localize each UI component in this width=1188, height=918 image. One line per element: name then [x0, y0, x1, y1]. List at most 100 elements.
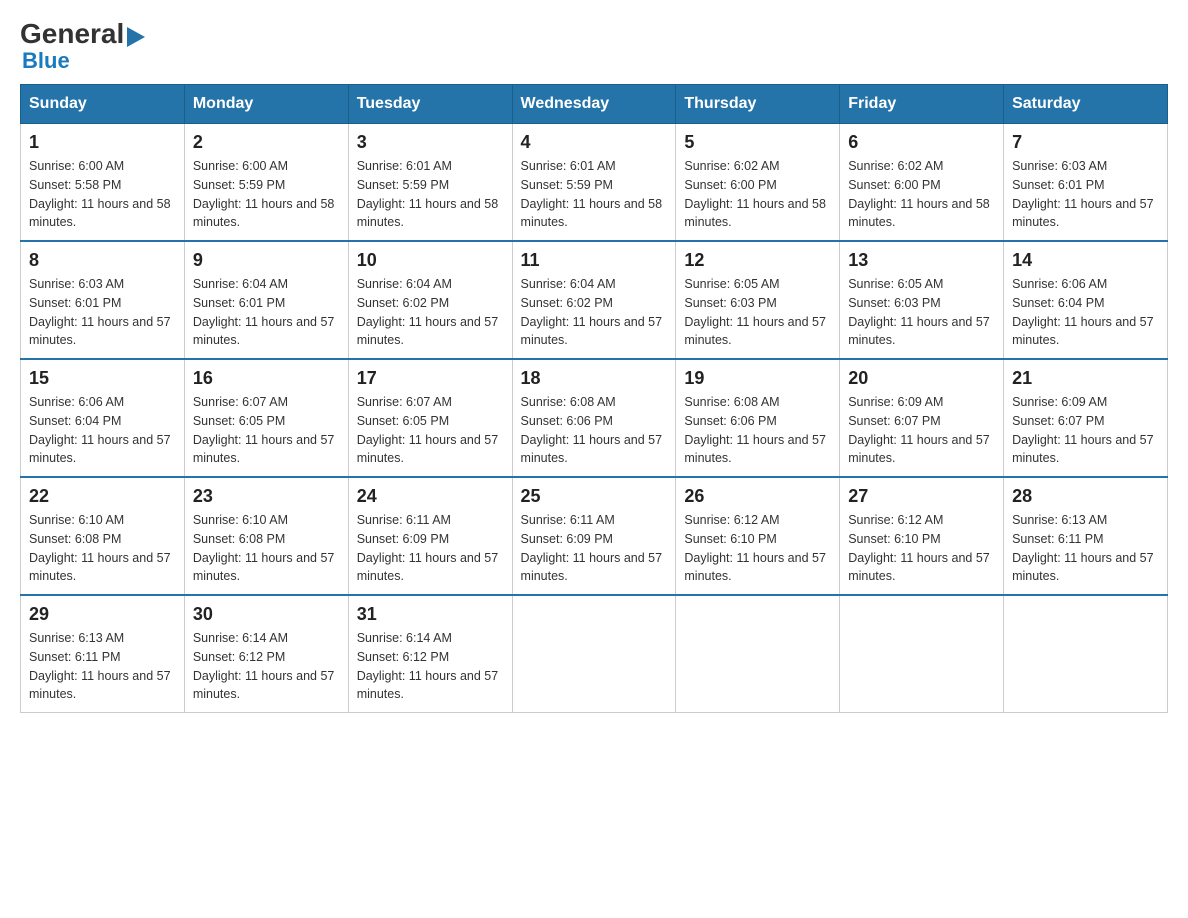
day-number: 15 [29, 368, 176, 389]
calendar-cell: 30 Sunrise: 6:14 AMSunset: 6:12 PMDaylig… [184, 595, 348, 713]
day-info: Sunrise: 6:01 AMSunset: 5:59 PMDaylight:… [357, 159, 499, 229]
day-info: Sunrise: 6:08 AMSunset: 6:06 PMDaylight:… [521, 395, 663, 465]
calendar-cell: 16 Sunrise: 6:07 AMSunset: 6:05 PMDaylig… [184, 359, 348, 477]
calendar-cell: 31 Sunrise: 6:14 AMSunset: 6:12 PMDaylig… [348, 595, 512, 713]
calendar-cell: 27 Sunrise: 6:12 AMSunset: 6:10 PMDaylig… [840, 477, 1004, 595]
day-info: Sunrise: 6:09 AMSunset: 6:07 PMDaylight:… [1012, 395, 1154, 465]
calendar-cell: 8 Sunrise: 6:03 AMSunset: 6:01 PMDayligh… [21, 241, 185, 359]
calendar-cell: 12 Sunrise: 6:05 AMSunset: 6:03 PMDaylig… [676, 241, 840, 359]
day-number: 9 [193, 250, 340, 271]
day-number: 13 [848, 250, 995, 271]
day-info: Sunrise: 6:05 AMSunset: 6:03 PMDaylight:… [684, 277, 826, 347]
calendar-cell: 18 Sunrise: 6:08 AMSunset: 6:06 PMDaylig… [512, 359, 676, 477]
logo-arrow-icon [127, 27, 145, 47]
calendar-cell: 10 Sunrise: 6:04 AMSunset: 6:02 PMDaylig… [348, 241, 512, 359]
day-info: Sunrise: 6:02 AMSunset: 6:00 PMDaylight:… [848, 159, 990, 229]
day-number: 2 [193, 132, 340, 153]
page-header: General Blue [20, 20, 1168, 74]
calendar-cell: 3 Sunrise: 6:01 AMSunset: 5:59 PMDayligh… [348, 124, 512, 242]
calendar-week-row: 29 Sunrise: 6:13 AMSunset: 6:11 PMDaylig… [21, 595, 1168, 713]
day-info: Sunrise: 6:04 AMSunset: 6:02 PMDaylight:… [521, 277, 663, 347]
calendar-cell: 7 Sunrise: 6:03 AMSunset: 6:01 PMDayligh… [1004, 124, 1168, 242]
calendar-cell: 21 Sunrise: 6:09 AMSunset: 6:07 PMDaylig… [1004, 359, 1168, 477]
day-info: Sunrise: 6:07 AMSunset: 6:05 PMDaylight:… [193, 395, 335, 465]
day-info: Sunrise: 6:10 AMSunset: 6:08 PMDaylight:… [193, 513, 335, 583]
day-number: 4 [521, 132, 668, 153]
weekday-header-monday: Monday [184, 85, 348, 124]
day-number: 5 [684, 132, 831, 153]
calendar-cell [512, 595, 676, 713]
calendar-cell: 11 Sunrise: 6:04 AMSunset: 6:02 PMDaylig… [512, 241, 676, 359]
day-number: 6 [848, 132, 995, 153]
day-info: Sunrise: 6:11 AMSunset: 6:09 PMDaylight:… [521, 513, 663, 583]
calendar-week-row: 22 Sunrise: 6:10 AMSunset: 6:08 PMDaylig… [21, 477, 1168, 595]
calendar-cell: 23 Sunrise: 6:10 AMSunset: 6:08 PMDaylig… [184, 477, 348, 595]
day-info: Sunrise: 6:06 AMSunset: 6:04 PMDaylight:… [29, 395, 171, 465]
logo: General Blue [20, 20, 145, 74]
weekday-header-friday: Friday [840, 85, 1004, 124]
day-number: 7 [1012, 132, 1159, 153]
day-info: Sunrise: 6:10 AMSunset: 6:08 PMDaylight:… [29, 513, 171, 583]
day-number: 10 [357, 250, 504, 271]
day-number: 21 [1012, 368, 1159, 389]
calendar-cell [676, 595, 840, 713]
day-info: Sunrise: 6:14 AMSunset: 6:12 PMDaylight:… [193, 631, 335, 701]
calendar-cell: 6 Sunrise: 6:02 AMSunset: 6:00 PMDayligh… [840, 124, 1004, 242]
calendar-week-row: 8 Sunrise: 6:03 AMSunset: 6:01 PMDayligh… [21, 241, 1168, 359]
day-number: 28 [1012, 486, 1159, 507]
day-number: 24 [357, 486, 504, 507]
day-info: Sunrise: 6:08 AMSunset: 6:06 PMDaylight:… [684, 395, 826, 465]
day-info: Sunrise: 6:03 AMSunset: 6:01 PMDaylight:… [29, 277, 171, 347]
day-number: 31 [357, 604, 504, 625]
day-number: 11 [521, 250, 668, 271]
day-info: Sunrise: 6:04 AMSunset: 6:01 PMDaylight:… [193, 277, 335, 347]
calendar-table: SundayMondayTuesdayWednesdayThursdayFrid… [20, 84, 1168, 713]
day-info: Sunrise: 6:00 AMSunset: 5:59 PMDaylight:… [193, 159, 335, 229]
day-info: Sunrise: 6:01 AMSunset: 5:59 PMDaylight:… [521, 159, 663, 229]
calendar-cell: 28 Sunrise: 6:13 AMSunset: 6:11 PMDaylig… [1004, 477, 1168, 595]
day-info: Sunrise: 6:00 AMSunset: 5:58 PMDaylight:… [29, 159, 171, 229]
calendar-cell: 22 Sunrise: 6:10 AMSunset: 6:08 PMDaylig… [21, 477, 185, 595]
day-number: 19 [684, 368, 831, 389]
day-number: 29 [29, 604, 176, 625]
day-info: Sunrise: 6:12 AMSunset: 6:10 PMDaylight:… [848, 513, 990, 583]
day-info: Sunrise: 6:07 AMSunset: 6:05 PMDaylight:… [357, 395, 499, 465]
day-number: 22 [29, 486, 176, 507]
logo-general-text: General [20, 20, 124, 48]
day-info: Sunrise: 6:02 AMSunset: 6:00 PMDaylight:… [684, 159, 826, 229]
day-info: Sunrise: 6:11 AMSunset: 6:09 PMDaylight:… [357, 513, 499, 583]
day-info: Sunrise: 6:05 AMSunset: 6:03 PMDaylight:… [848, 277, 990, 347]
weekday-header-thursday: Thursday [676, 85, 840, 124]
day-number: 23 [193, 486, 340, 507]
weekday-header-saturday: Saturday [1004, 85, 1168, 124]
day-number: 8 [29, 250, 176, 271]
weekday-header-row: SundayMondayTuesdayWednesdayThursdayFrid… [21, 85, 1168, 124]
day-info: Sunrise: 6:14 AMSunset: 6:12 PMDaylight:… [357, 631, 499, 701]
day-number: 30 [193, 604, 340, 625]
weekday-header-sunday: Sunday [21, 85, 185, 124]
day-info: Sunrise: 6:12 AMSunset: 6:10 PMDaylight:… [684, 513, 826, 583]
calendar-cell: 14 Sunrise: 6:06 AMSunset: 6:04 PMDaylig… [1004, 241, 1168, 359]
day-number: 1 [29, 132, 176, 153]
calendar-cell: 4 Sunrise: 6:01 AMSunset: 5:59 PMDayligh… [512, 124, 676, 242]
calendar-cell: 29 Sunrise: 6:13 AMSunset: 6:11 PMDaylig… [21, 595, 185, 713]
calendar-cell: 15 Sunrise: 6:06 AMSunset: 6:04 PMDaylig… [21, 359, 185, 477]
calendar-cell: 13 Sunrise: 6:05 AMSunset: 6:03 PMDaylig… [840, 241, 1004, 359]
calendar-cell: 26 Sunrise: 6:12 AMSunset: 6:10 PMDaylig… [676, 477, 840, 595]
logo-blue-text: Blue [22, 48, 145, 74]
day-number: 18 [521, 368, 668, 389]
calendar-cell: 24 Sunrise: 6:11 AMSunset: 6:09 PMDaylig… [348, 477, 512, 595]
day-number: 3 [357, 132, 504, 153]
day-number: 14 [1012, 250, 1159, 271]
day-number: 26 [684, 486, 831, 507]
calendar-cell [840, 595, 1004, 713]
calendar-week-row: 15 Sunrise: 6:06 AMSunset: 6:04 PMDaylig… [21, 359, 1168, 477]
calendar-cell: 20 Sunrise: 6:09 AMSunset: 6:07 PMDaylig… [840, 359, 1004, 477]
day-number: 27 [848, 486, 995, 507]
day-info: Sunrise: 6:13 AMSunset: 6:11 PMDaylight:… [1012, 513, 1154, 583]
day-number: 20 [848, 368, 995, 389]
calendar-week-row: 1 Sunrise: 6:00 AMSunset: 5:58 PMDayligh… [21, 124, 1168, 242]
calendar-cell: 25 Sunrise: 6:11 AMSunset: 6:09 PMDaylig… [512, 477, 676, 595]
day-info: Sunrise: 6:06 AMSunset: 6:04 PMDaylight:… [1012, 277, 1154, 347]
weekday-header-tuesday: Tuesday [348, 85, 512, 124]
